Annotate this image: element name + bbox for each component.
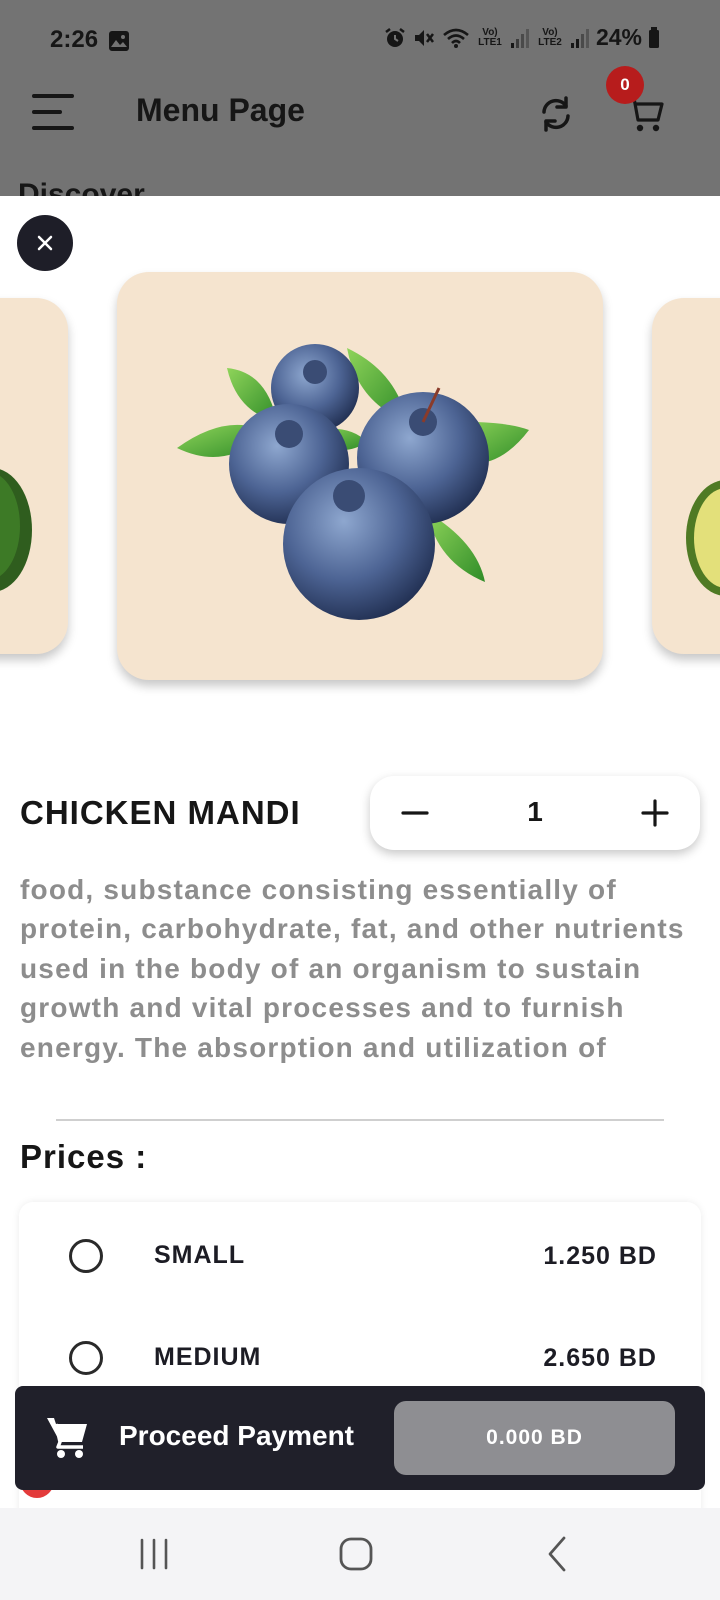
image-notification-icon	[109, 31, 129, 51]
product-description: food, substance consisting essentially o…	[20, 874, 685, 1063]
proceed-payment-bar[interactable]: Proceed Payment 0.000 BD	[15, 1386, 705, 1490]
quantity-value: 1	[527, 796, 543, 827]
status-time: 2:26	[50, 26, 99, 53]
page-title: Menu Page	[136, 92, 305, 128]
price-option-small[interactable]: SMALL 1.250 BD	[19, 1230, 701, 1290]
network-2-label: Vo) LTE2	[538, 26, 562, 48]
network-1-label: Vo) LTE1	[478, 26, 502, 48]
payment-total-button[interactable]: 0.000 BD	[394, 1401, 675, 1475]
signal-1-icon	[510, 28, 529, 48]
size-label: MEDIUM	[154, 1343, 262, 1371]
radio-button[interactable]	[69, 1239, 103, 1273]
product-image-carousel[interactable]	[0, 196, 720, 716]
radio-button[interactable]	[69, 1341, 103, 1375]
avocado-image	[0, 469, 32, 591]
alarm-icon	[385, 27, 405, 47]
battery-percent: 24%	[595, 24, 642, 50]
mute-icon	[414, 29, 434, 46]
carousel-card-next[interactable]	[652, 298, 720, 654]
battery-icon	[649, 26, 659, 48]
minus-icon	[401, 811, 429, 815]
cart-count-badge: 0	[606, 66, 644, 104]
hamburger-icon[interactable]	[32, 94, 76, 130]
carousel-card-previous[interactable]	[0, 298, 68, 654]
product-name: CHICKEN MANDI	[20, 794, 301, 831]
carousel-card-current[interactable]	[117, 272, 603, 680]
product-bottom-sheet: CHICKEN MANDI 1 food, substance consisti…	[0, 196, 720, 1508]
proceed-payment-label: Proceed Payment	[119, 1420, 354, 1451]
increase-quantity-button[interactable]	[630, 788, 680, 838]
system-navigation-bar	[0, 1508, 720, 1600]
quantity-stepper: 1	[370, 776, 700, 850]
avocado-half-image	[686, 480, 720, 596]
decrease-quantity-button[interactable]	[390, 788, 440, 838]
back-icon[interactable]	[536, 1532, 580, 1576]
size-label: SMALL	[154, 1241, 246, 1269]
divider	[56, 1119, 664, 1121]
app-bar: Menu Page 0 Discover	[0, 66, 720, 211]
close-icon	[37, 235, 53, 251]
recents-icon[interactable]	[132, 1532, 176, 1576]
refresh-icon[interactable]	[536, 94, 576, 134]
price-option-medium[interactable]: MEDIUM 2.650 BD	[19, 1332, 701, 1392]
size-price: 1.250 BD	[543, 1242, 657, 1270]
blueberries-image	[177, 344, 529, 620]
signal-2-icon	[570, 28, 589, 48]
close-button[interactable]	[17, 215, 73, 271]
plus-icon	[641, 799, 669, 827]
size-price: 2.650 BD	[543, 1344, 657, 1372]
wifi-icon	[443, 28, 469, 48]
prices-heading: Prices :	[20, 1138, 148, 1175]
status-bar: 2:26 Vo) LTE1 Vo) LTE2 24%	[0, 0, 720, 80]
status-icons: Vo) LTE1 Vo) LTE2 24%	[384, 24, 660, 51]
cart-icon	[47, 1418, 87, 1458]
home-icon[interactable]	[334, 1532, 378, 1576]
